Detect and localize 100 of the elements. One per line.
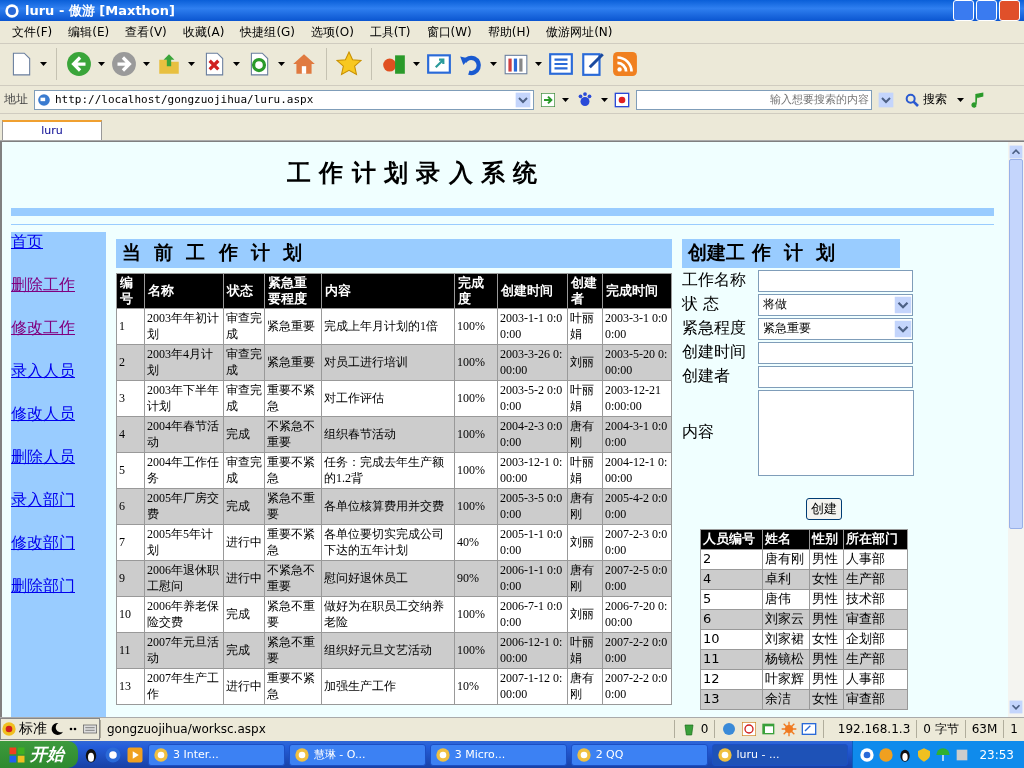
search-button[interactable]: 搜索 <box>900 91 951 109</box>
menu-item[interactable]: 选项(O) <box>303 23 362 41</box>
scroll-up-icon[interactable] <box>1009 144 1023 159</box>
maximize-button[interactable] <box>976 0 997 22</box>
table-cell: 不紧急不重要 <box>264 560 322 597</box>
nav-link[interactable]: 录入人员 <box>11 360 75 381</box>
table-cell: 2007-1-12 0:00:00 <box>497 668 568 705</box>
caret-icon[interactable] <box>413 62 420 67</box>
table-cell: 重要不紧急 <box>264 668 322 705</box>
table-cell: 重要不紧急 <box>264 380 322 417</box>
dropdown-icon[interactable] <box>894 318 912 339</box>
menu-item[interactable]: 收藏(A) <box>174 23 233 41</box>
menu-item[interactable]: 窗口(W) <box>418 23 480 41</box>
menu-item[interactable]: 工具(T) <box>361 23 419 41</box>
create-button[interactable]: 创建 <box>806 497 842 520</box>
close-button[interactable] <box>999 0 1020 22</box>
dropdown-icon[interactable] <box>515 91 531 108</box>
column-header: 名称 <box>144 273 224 309</box>
table-cell: 唐有刚 <box>762 549 809 570</box>
menu-item[interactable]: 傲游网址(N) <box>538 23 621 41</box>
page-tab[interactable]: luru <box>2 119 102 140</box>
table-cell: 紧急重要 <box>264 344 322 381</box>
caret-icon[interactable] <box>188 62 195 67</box>
input-method-bar[interactable]: 标准 <box>0 718 100 741</box>
menu-item[interactable]: 查看(V) <box>117 23 175 41</box>
dropdown-icon[interactable] <box>894 294 912 315</box>
star-icon[interactable] <box>336 51 362 78</box>
music-note-icon[interactable] <box>970 90 986 109</box>
taskbar-button[interactable]: 3 Micro... <box>429 743 567 766</box>
table-cell: 2006-7-20 0:00:00 <box>602 596 672 633</box>
dropdown[interactable]: 将做 <box>758 293 913 316</box>
edit-icon[interactable] <box>580 51 606 78</box>
forward-icon[interactable] <box>111 51 137 78</box>
input-field[interactable] <box>758 269 913 292</box>
taskbar-button[interactable]: 慧琳 - O... <box>288 743 426 766</box>
caret-icon[interactable] <box>562 97 569 102</box>
table-cell: 100% <box>454 452 498 489</box>
caret-icon[interactable] <box>957 97 964 102</box>
caret-icon[interactable] <box>535 62 542 67</box>
table-cell: 13 <box>700 689 763 710</box>
ip-address: 192.168.1.3 <box>823 720 917 739</box>
rss-icon[interactable] <box>612 51 638 78</box>
go-icon[interactable] <box>540 91 556 108</box>
nav-link[interactable]: 删除部门 <box>11 575 75 596</box>
table-cell: 12 <box>700 669 763 690</box>
nav-link[interactable]: 首页 <box>11 231 43 252</box>
block-icon[interactable] <box>741 721 758 738</box>
table-cell: 2007-2-3 0:00:00 <box>602 524 672 561</box>
nav-link[interactable]: 修改人员 <box>11 403 75 424</box>
list-icon[interactable] <box>548 51 574 78</box>
table-cell: 男性 <box>809 589 844 610</box>
scroll-down-icon[interactable] <box>1009 699 1023 714</box>
nav-link[interactable]: 修改工作 <box>11 317 75 338</box>
taskbar-button[interactable]: 3 Inter... <box>148 743 285 766</box>
dropdown[interactable]: 紧急重要 <box>758 317 913 340</box>
table-cell: 2 <box>116 344 145 381</box>
table-cell: 10 <box>116 596 145 633</box>
nav-link[interactable]: 删除工作 <box>11 274 75 295</box>
nav-link[interactable]: 删除人员 <box>11 446 75 467</box>
address-field[interactable]: http://localhost/gongzuojihua/luru.aspx <box>34 89 534 110</box>
search-field[interactable]: 输入想要搜索的内容 <box>636 89 872 110</box>
caret-icon[interactable] <box>40 62 47 67</box>
menu-item[interactable]: 文件(F) <box>4 23 61 41</box>
dropdown-icon[interactable] <box>878 91 894 108</box>
caret-icon[interactable] <box>278 62 285 67</box>
menu-item[interactable]: 编辑(E) <box>60 23 118 41</box>
search-icon[interactable] <box>904 91 920 108</box>
input-field[interactable] <box>758 341 913 364</box>
media-player-icon[interactable] <box>126 745 144 764</box>
clock: 23:53 <box>979 747 1014 762</box>
status-number: 1 <box>1003 720 1024 739</box>
column-header: 状态 <box>223 273 265 309</box>
scroll-thumb[interactable] <box>1009 158 1023 529</box>
menu-item[interactable]: 快捷组(G) <box>232 23 304 41</box>
caret-icon[interactable] <box>233 62 240 67</box>
table-cell: 完成 <box>223 632 265 669</box>
taskbar-button[interactable]: 2 QQ <box>570 743 708 766</box>
content-field[interactable] <box>758 389 914 476</box>
back-icon[interactable] <box>66 51 92 78</box>
caret-icon[interactable] <box>98 62 105 67</box>
input-mode-label[interactable]: 标准 <box>17 720 49 739</box>
screenshot-icon[interactable] <box>801 721 818 738</box>
nav-link[interactable]: 修改部门 <box>11 532 75 553</box>
start-button[interactable]: 开始 <box>0 741 78 768</box>
menu-item[interactable]: 帮助(H) <box>479 23 539 41</box>
table-cell: 紧急不重要 <box>264 596 322 633</box>
input-field[interactable] <box>758 365 913 388</box>
table-cell: 100% <box>454 632 498 669</box>
caret-icon[interactable] <box>143 62 150 67</box>
caret-icon[interactable] <box>601 97 608 102</box>
caret-icon[interactable] <box>490 62 497 67</box>
nav-link[interactable]: 录入部门 <box>11 489 75 510</box>
table-cell: 完成 <box>223 596 265 633</box>
table-cell: 2003-1-1 0:00:00 <box>497 308 568 345</box>
minimize-button[interactable] <box>953 0 974 22</box>
field-label: 内容 <box>682 422 715 444</box>
table-cell: 2006年养老保险交费 <box>144 596 224 633</box>
field-label: 工作名称 <box>682 270 747 292</box>
taskbar-button[interactable]: luru - ... <box>711 743 849 766</box>
moon-icon[interactable] <box>49 721 65 738</box>
